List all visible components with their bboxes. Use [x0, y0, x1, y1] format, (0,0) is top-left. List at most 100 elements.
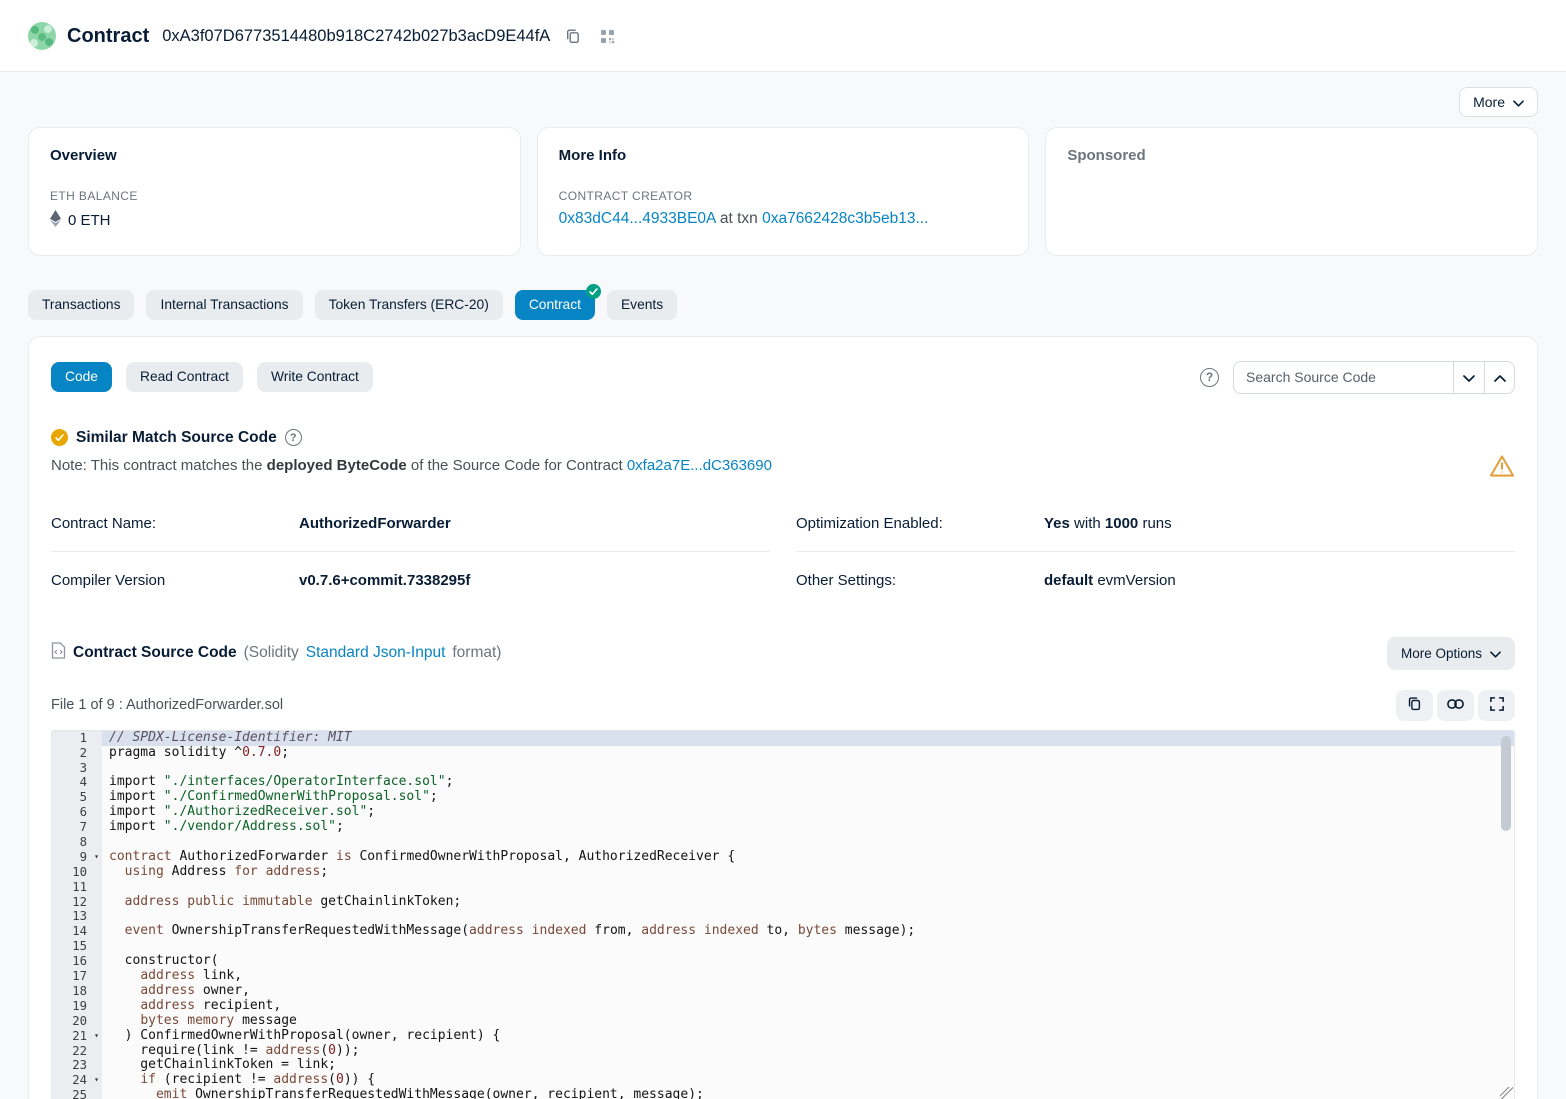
line-number: 20 — [52, 1014, 102, 1029]
tab-internal-transactions[interactable]: Internal Transactions — [146, 290, 302, 320]
ethereum-icon — [50, 210, 61, 231]
search-source-code-input[interactable] — [1233, 361, 1453, 394]
fold-toggle-icon[interactable]: ▾ — [94, 1030, 99, 1042]
fold-toggle-icon[interactable]: ▾ — [94, 1074, 99, 1086]
chevron-down-icon — [1513, 94, 1524, 110]
page-title: Contract — [67, 25, 149, 48]
chevron-down-icon — [1463, 370, 1475, 385]
search-next-button[interactable] — [1484, 361, 1515, 394]
more-options-label: More Options — [1401, 646, 1482, 661]
subtabs-row: Code Read Contract Write Contract — [51, 362, 373, 392]
note-prefix: Note: This contract matches the — [51, 457, 263, 474]
fullscreen-icon — [1490, 697, 1504, 714]
line-number: 1 — [52, 731, 102, 746]
tabs-row: Transactions Internal Transactions Token T… — [28, 290, 1538, 320]
file-info: File 1 of 9 : AuthorizedForwarder.sol — [51, 697, 283, 713]
help-icon[interactable]: ? — [1200, 368, 1219, 387]
code-line: 23 getChainlinkToken = link; — [52, 1058, 1514, 1073]
json-input-link[interactable]: Standard Json-Input — [306, 644, 446, 662]
sponsored-card: Sponsored — [1045, 127, 1538, 256]
copy-icon — [1407, 696, 1422, 714]
line-number: 7 — [52, 820, 102, 835]
code-line: 13 — [52, 909, 1514, 924]
fullscreen-button[interactable] — [1478, 690, 1515, 721]
code-lines: 1// SPDX-License-Identifier: MIT2pragma … — [52, 731, 1514, 1099]
code-line: 7import "./vendor/Address.sol"; — [52, 820, 1514, 835]
line-number: 17 — [52, 969, 102, 984]
code-line: 9▾contract AuthorizedForwarder is Confir… — [52, 850, 1514, 865]
code-line: 17 address link, — [52, 969, 1514, 984]
line-number: 18 — [52, 984, 102, 999]
line-number: 4 — [52, 775, 102, 790]
subtab-read-contract[interactable]: Read Contract — [126, 362, 243, 392]
code-line: 2pragma solidity ^0.7.0; — [52, 746, 1514, 761]
line-number: 5 — [52, 790, 102, 805]
creator-address-link[interactable]: 0x83dC44...4933BE0A — [559, 210, 716, 227]
code-line: 19 address recipient, — [52, 999, 1514, 1014]
code-line: 18 address owner, — [52, 984, 1514, 999]
eth-balance-value: 0 ETH — [68, 212, 111, 229]
code-line: 24▾ if (recipient != address(0)) { — [52, 1073, 1514, 1088]
format-suffix: format) — [452, 644, 501, 662]
source-code-file-icon — [51, 642, 66, 664]
code-line: 22 require(link != address(0)); — [52, 1044, 1514, 1059]
tab-token-transfers-erc-20[interactable]: Token Transfers (ERC-20) — [315, 290, 503, 320]
search-prev-button[interactable] — [1453, 361, 1484, 394]
fold-toggle-icon[interactable]: ▾ — [94, 851, 99, 863]
editor-resize-handle[interactable] — [1500, 1087, 1513, 1099]
optimization-value: Yes with 1000 runs — [1044, 515, 1172, 532]
contract-metadata: Contract Name: AuthorizedForwarder Compi… — [51, 509, 1515, 597]
optimization-label: Optimization Enabled: — [796, 515, 1044, 532]
code-line: 20 bytes memory message — [52, 1014, 1514, 1029]
contract-address: 0xA3f07D6773514480b918C2742b027b3acD9E44… — [162, 27, 550, 46]
similar-match-help-icon[interactable]: ? — [285, 429, 302, 446]
permalink-button[interactable] — [1437, 690, 1474, 721]
code-line: 25 emit OwnershipTransferRequestedWithMe… — [52, 1088, 1514, 1099]
contract-creator-label: CONTRACT CREATOR — [559, 189, 1008, 203]
line-number: 21▾ — [52, 1029, 102, 1044]
page-header: Contract 0xA3f07D6773514480b918C2742b027… — [0, 0, 1566, 72]
subtab-code[interactable]: Code — [51, 362, 112, 392]
code-line: 10 using Address for address; — [52, 865, 1514, 880]
tab-contract[interactable]: Contract — [515, 290, 595, 320]
copy-address-button[interactable] — [561, 24, 585, 48]
copy-icon — [565, 28, 581, 44]
copy-source-button[interactable] — [1396, 690, 1433, 721]
line-number: 23 — [52, 1058, 102, 1073]
line-number: 14 — [52, 924, 102, 939]
code-line: 4import "./interfaces/OperatorInterface.… — [52, 775, 1514, 790]
more-dropdown-label: More — [1473, 94, 1505, 110]
line-number: 8 — [52, 835, 102, 850]
more-info-card-title: More Info — [559, 147, 1008, 164]
more-dropdown-button[interactable]: More — [1459, 87, 1538, 117]
warning-triangle-icon[interactable] — [1489, 454, 1515, 478]
code-line: 16 constructor( — [52, 954, 1514, 969]
line-number: 12 — [52, 895, 102, 910]
more-info-card: More Info CONTRACT CREATOR 0x83dC44...49… — [537, 127, 1030, 256]
tab-events[interactable]: Events — [607, 290, 677, 320]
contract-panel: CodeRead ContractWrite Contract ? Simila… — [28, 336, 1538, 1099]
code-line: 3 — [52, 761, 1514, 776]
code-line: 14 event OwnershipTransferRequestedWithM… — [52, 924, 1514, 939]
line-number: 10 — [52, 865, 102, 880]
subtab-write-contract[interactable]: Write Contract — [257, 362, 373, 392]
matched-contract-link[interactable]: 0xfa2a7E...dC363690 — [627, 457, 772, 474]
qr-code-button[interactable] — [596, 25, 619, 48]
source-code-editor[interactable]: 1// SPDX-License-Identifier: MIT2pragma … — [51, 730, 1515, 1099]
contract-identicon — [28, 22, 56, 50]
code-line: 12 address public immutable getChainlink… — [52, 895, 1514, 910]
line-number: 2 — [52, 746, 102, 761]
sponsored-card-title: Sponsored — [1067, 147, 1516, 164]
line-number: 15 — [52, 939, 102, 954]
creation-txn-link[interactable]: 0xa7662428c3b5eb13... — [762, 210, 928, 227]
tab-transactions[interactable]: Transactions — [28, 290, 134, 320]
compiler-version-label: Compiler Version — [51, 572, 299, 589]
code-line: 1// SPDX-License-Identifier: MIT — [52, 731, 1514, 746]
more-options-button[interactable]: More Options — [1387, 637, 1515, 670]
line-number: 3 — [52, 761, 102, 776]
code-line: 8 — [52, 835, 1514, 850]
code-line: 15 — [52, 939, 1514, 954]
contract-name-value: AuthorizedForwarder — [299, 515, 451, 532]
qr-code-icon — [600, 29, 615, 44]
code-scrollbar-thumb[interactable] — [1501, 736, 1511, 831]
